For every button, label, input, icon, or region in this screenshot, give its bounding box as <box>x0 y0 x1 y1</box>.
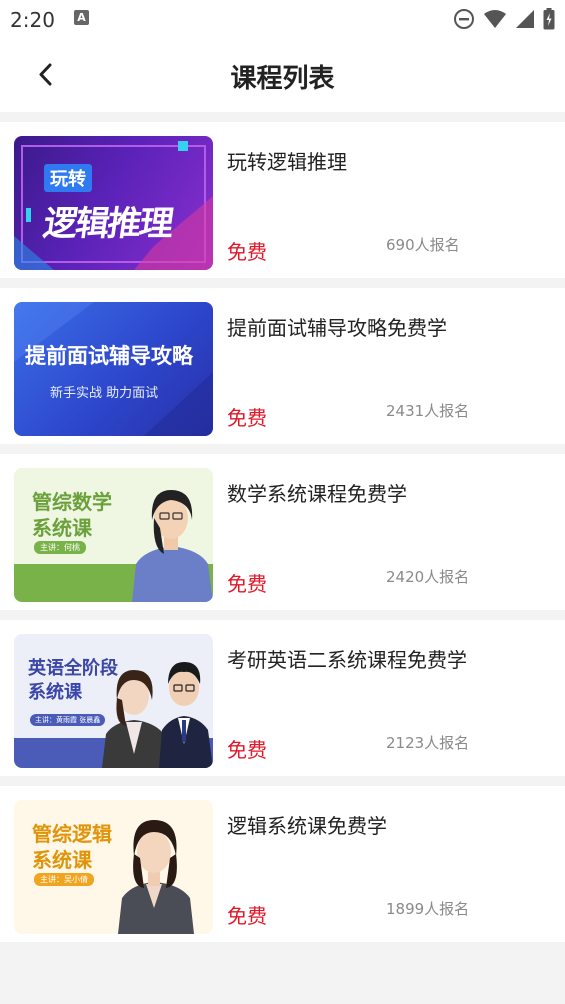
thumb-line2: 系统课 <box>32 848 92 872</box>
status-bar: 2:20 A <box>0 0 565 40</box>
course-price: 免费 <box>227 738 267 762</box>
course-price: 免费 <box>227 406 267 430</box>
do-not-disturb-icon <box>454 9 474 29</box>
enroll-count: 2123人报名 <box>386 734 470 752</box>
thumb-line1: 管综数学 <box>32 490 112 514</box>
thumb-main-text: 逻辑推理 <box>40 204 175 244</box>
app-header: 课程列表 <box>0 40 565 112</box>
thumb-tag: 主讲：黄雨霞 张晨鑫 <box>30 714 106 726</box>
course-thumbnail: 提前面试辅导攻略 新手实战 助力面试 <box>14 302 213 436</box>
course-card[interactable]: 提前面试辅导攻略 新手实战 助力面试 提前面试辅导攻略免费学 免费 2431人报… <box>0 288 565 444</box>
enroll-count: 1899人报名 <box>386 900 470 918</box>
course-thumbnail: 管综逻辑 系统课 主讲：吴小倩 <box>14 800 213 934</box>
wifi-icon <box>484 10 506 28</box>
thumb-badge: 玩转 <box>44 164 92 192</box>
page-title: 课程列表 <box>230 64 335 94</box>
course-title: 逻辑系统课免费学 <box>227 814 387 838</box>
course-price: 免费 <box>227 572 267 596</box>
enroll-count: 2431人报名 <box>386 402 470 420</box>
course-title: 考研英语二系统课程免费学 <box>227 648 467 672</box>
status-icons <box>453 8 555 30</box>
course-title: 玩转逻辑推理 <box>227 150 347 174</box>
course-thumbnail: 英语全阶段 系统课 主讲：黄雨霞 张晨鑫 <box>14 634 213 768</box>
enroll-count: 690人报名 <box>386 236 460 254</box>
thumb-line1: 管综逻辑 <box>32 822 112 846</box>
course-thumbnail: 玩转 逻辑推理 <box>14 136 213 270</box>
battery-icon <box>543 8 555 30</box>
cellular-signal-icon <box>516 10 534 28</box>
course-card[interactable]: 玩转 逻辑推理 玩转逻辑推理 免费 690人报名 <box>0 122 565 278</box>
course-thumbnail: 管综数学 系统课 主讲：何桃 <box>14 468 213 602</box>
course-card[interactable]: 管综逻辑 系统课 主讲：吴小倩 逻辑系统课免费学 免费 1899人报名 <box>0 786 565 942</box>
thumb-line2: 系统课 <box>32 516 92 540</box>
course-price: 免费 <box>227 904 267 928</box>
course-title: 数学系统课程免费学 <box>227 482 407 506</box>
course-card[interactable]: 英语全阶段 系统课 主讲：黄雨霞 张晨鑫 考研英语二系统课程免费学 免费 212… <box>0 620 565 776</box>
thumb-line1: 英语全阶段 <box>28 658 118 679</box>
enroll-count: 2420人报名 <box>386 568 470 586</box>
status-time: 2:20 <box>10 8 55 32</box>
course-price: 免费 <box>227 240 267 264</box>
thumb-subtitle: 新手实战 助力面试 <box>50 386 159 401</box>
course-list: 玩转 逻辑推理 玩转逻辑推理 免费 690人报名 提前面试辅导攻略 新手实战 助… <box>0 122 565 952</box>
course-card[interactable]: 管综数学 系统课 主讲：何桃 数学系统课程免费学 免费 2420人报名 <box>0 454 565 610</box>
thumb-tag: 主讲：何桃 <box>34 541 86 554</box>
thumb-main-text: 提前面试辅导攻略 <box>25 344 193 368</box>
thumb-tag: 主讲：吴小倩 <box>34 873 94 886</box>
thumb-line2: 系统课 <box>28 682 82 703</box>
notification-a-icon: A <box>74 10 89 25</box>
course-title: 提前面试辅导攻略免费学 <box>227 316 447 340</box>
